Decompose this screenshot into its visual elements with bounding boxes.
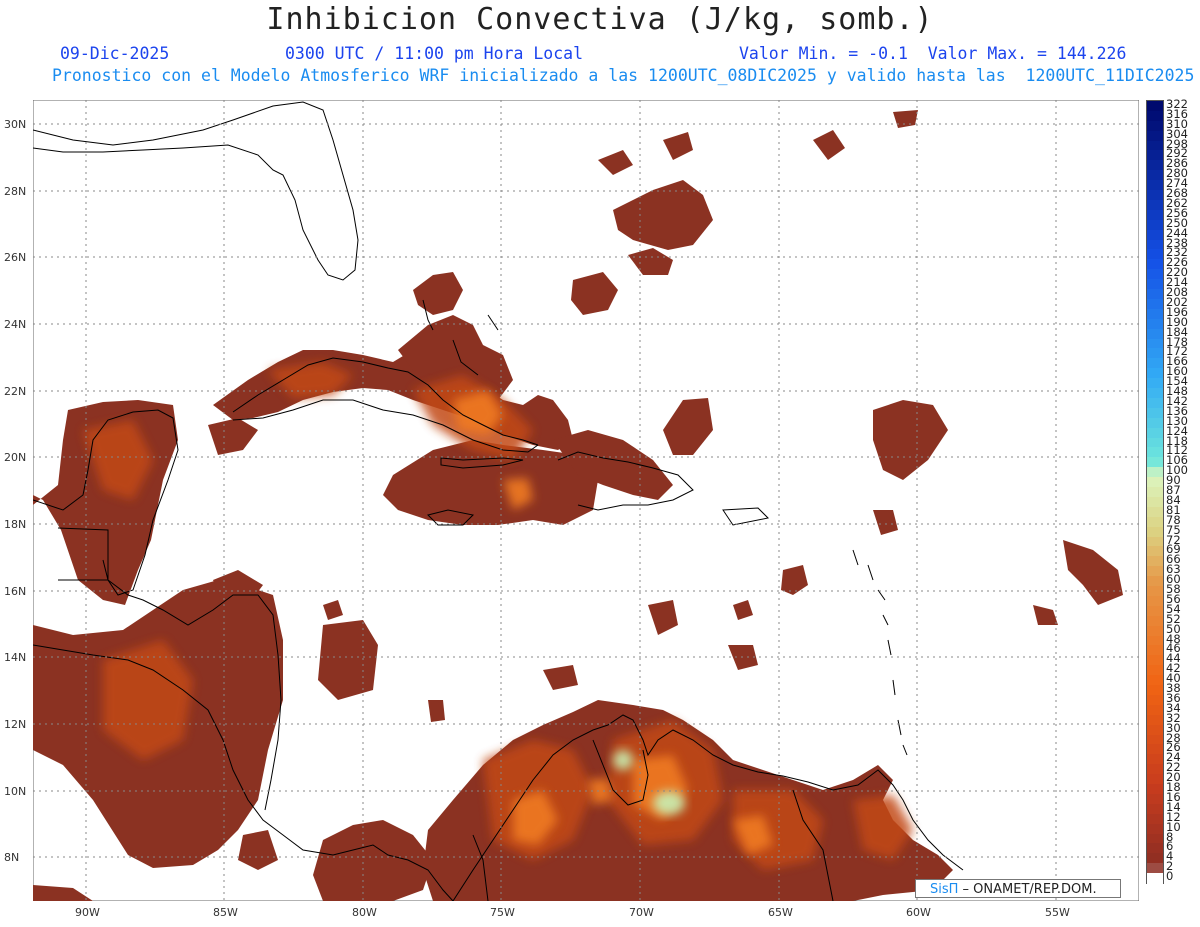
colorbar-segment — [1147, 190, 1163, 201]
colorbar-segment — [1147, 665, 1163, 676]
colorbar-segment — [1147, 685, 1163, 696]
colorbar-segment — [1147, 130, 1163, 142]
map-title: Inhibicion Convectiva (J/kg, somb.) — [266, 2, 934, 37]
colorbar-segment — [1147, 625, 1163, 637]
colorbar-segment — [1147, 269, 1163, 280]
colorbar-label: 0 — [1166, 869, 1174, 884]
colorbar-segment — [1147, 457, 1163, 468]
credit-brand: SisΠ — [930, 882, 959, 897]
colorbar-segment — [1147, 308, 1163, 320]
lat-label: 16N — [4, 585, 27, 598]
colorbar-segment — [1147, 863, 1163, 874]
colorbar-segment — [1147, 823, 1163, 835]
forecast-time: 0300 UTC / 11:00 pm Hora Local — [285, 44, 584, 63]
lat-label: 22N — [4, 385, 27, 398]
value-range: Valor Min. = -0.1 Valor Max. = 144.226 — [739, 44, 1127, 63]
colorbar-segment — [1147, 724, 1163, 736]
lat-label: 18N — [4, 518, 27, 531]
colorbar-segment — [1147, 397, 1163, 409]
colorbar-segment — [1147, 744, 1163, 755]
lon-label: 85W — [213, 906, 238, 919]
forecast-date: 09-Dic-2025 — [60, 44, 170, 63]
colorbar-segment — [1147, 229, 1163, 241]
colorbar-segment — [1147, 595, 1163, 607]
colorbar-segment — [1147, 556, 1163, 567]
colorbar-segment — [1147, 803, 1163, 815]
colorbar-segment — [1147, 209, 1163, 221]
cin-map — [33, 100, 1139, 901]
colorbar-segment — [1147, 378, 1163, 389]
colorbar-segment — [1147, 110, 1163, 122]
lat-label: 26N — [4, 251, 27, 264]
lon-label: 55W — [1045, 906, 1070, 919]
colorbar-segment — [1147, 784, 1163, 795]
colorbar-segment — [1147, 289, 1163, 300]
colorbar-segment — [1147, 328, 1163, 340]
colorbar-segment — [1147, 348, 1163, 359]
lat-label: 8N — [4, 851, 20, 864]
lat-label: 30N — [4, 118, 27, 131]
colorbar-segment — [1147, 170, 1163, 181]
lat-label: 24N — [4, 318, 27, 331]
lon-label: 70W — [629, 906, 654, 919]
colorbar-segment — [1147, 873, 1163, 884]
colorbar-segment — [1147, 437, 1163, 449]
colorbar-segment — [1147, 843, 1163, 854]
credit-box: SisΠ – ONAMET/REP.DOM. — [915, 879, 1121, 898]
colorbar-segment — [1147, 576, 1163, 587]
colorbar — [1146, 100, 1164, 884]
colorbar-segment — [1147, 496, 1163, 508]
colorbar-segment — [1147, 764, 1163, 775]
model-info: Pronostico con el Modelo Atmosferico WRF… — [52, 66, 1195, 85]
lon-label: 65W — [768, 906, 793, 919]
lat-label: 28N — [4, 185, 27, 198]
lon-label: 90W — [75, 906, 100, 919]
colorbar-segment — [1147, 615, 1163, 627]
lat-label: 10N — [4, 785, 27, 798]
colorbar-segment — [1147, 417, 1163, 429]
lon-label: 60W — [906, 906, 931, 919]
lon-label: 75W — [490, 906, 515, 919]
colorbar-segment — [1147, 516, 1163, 528]
colorbar-segment — [1147, 150, 1163, 161]
map-canvas — [33, 100, 1139, 901]
colorbar-segment — [1147, 645, 1163, 656]
lat-label: 12N — [4, 718, 27, 731]
lon-label: 80W — [352, 906, 377, 919]
lat-label: 20N — [4, 451, 27, 464]
colorbar-segment — [1147, 477, 1163, 488]
colorbar-segment — [1147, 358, 1163, 369]
credit-text: – ONAMET/REP.DOM. — [958, 882, 1097, 897]
colorbar-segment — [1147, 249, 1163, 260]
colorbar-segment — [1147, 704, 1163, 716]
lat-label: 14N — [4, 651, 27, 664]
colorbar-segment — [1147, 536, 1163, 548]
